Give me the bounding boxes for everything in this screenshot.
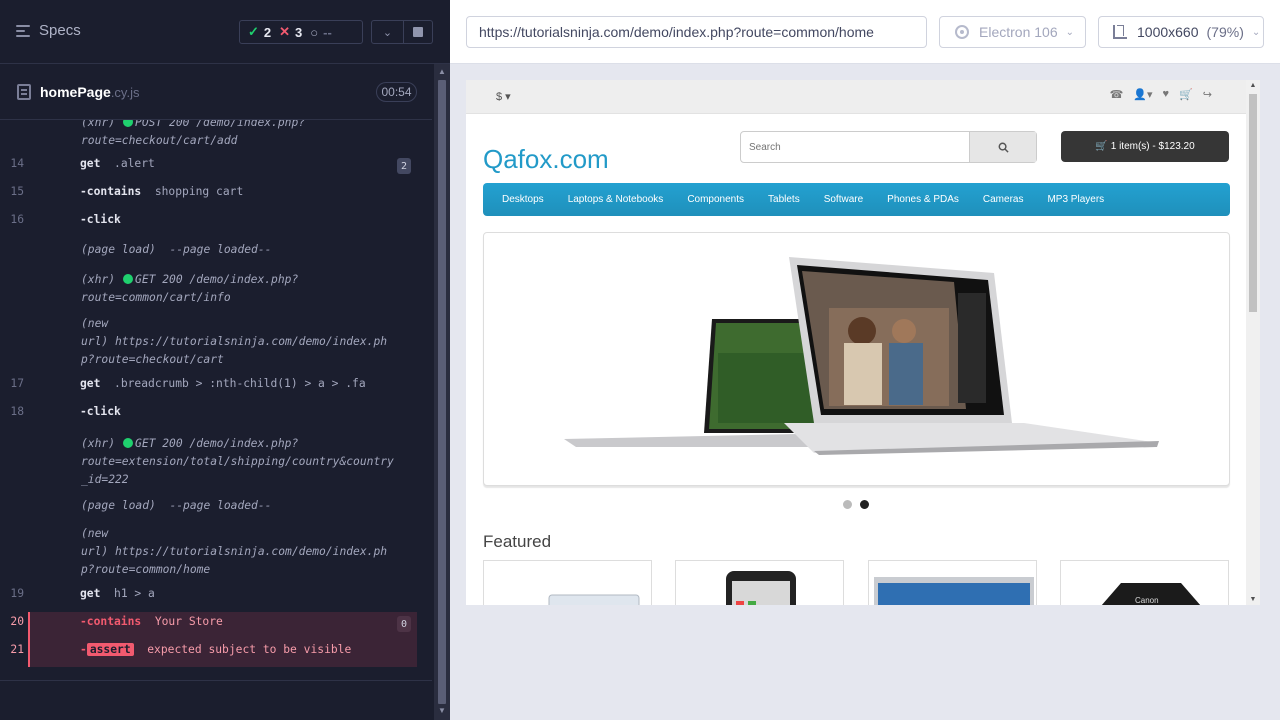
aut-iframe: $ ▾ ☎ 👤▾ ♥ 🛒 ↪ Qafox.com 🛒 1 item(s) - $…: [466, 80, 1260, 605]
log-event[interactable]: (new url) https://tutorialsninja.com/dem…: [30, 315, 417, 369]
aut-scrollbar[interactable]: ▲ ▼: [1246, 80, 1260, 605]
collapse-all-button[interactable]: ⌄: [371, 20, 404, 44]
phone-icon[interactable]: ☎: [1110, 88, 1124, 101]
product-card[interactable]: [483, 560, 652, 605]
app-under-test-panel: https://tutorialsninja.com/demo/index.ph…: [450, 0, 1280, 720]
log-command[interactable]: 16 -click: [10, 213, 417, 231]
log-command[interactable]: 18 -click: [10, 405, 417, 423]
log-command[interactable]: 19 get h1 > a: [10, 587, 417, 605]
monitor-product-image: [874, 577, 1034, 605]
menu-item[interactable]: Software: [812, 194, 875, 205]
scroll-down-arrow-icon[interactable]: ▼: [1246, 596, 1260, 603]
product-card[interactable]: Canon: [1060, 560, 1229, 605]
camera-product-image: Canon: [1101, 583, 1201, 605]
store-logo[interactable]: Qafox.com: [483, 144, 609, 175]
file-icon: [17, 84, 31, 100]
spec-file-name[interactable]: homePage.cy.js: [40, 84, 139, 100]
log-event[interactable]: (new url) https://tutorialsninja.com/dem…: [30, 525, 417, 579]
menu-item[interactable]: Desktops: [490, 194, 556, 205]
search-input[interactable]: [741, 132, 970, 162]
tablet-product-image: [548, 594, 640, 605]
command-log: (xhr) POST 200 /demo/index.php? route=che…: [0, 120, 432, 680]
chevron-down-icon: ⌄: [1065, 26, 1074, 38]
passed-count: ✓ 2: [248, 24, 272, 40]
aut-url-bar[interactable]: https://tutorialsninja.com/demo/index.ph…: [466, 16, 927, 48]
top-links: ☎ 👤▾ ♥ 🛒 ↪: [1110, 88, 1212, 101]
check-icon: ✓: [248, 24, 259, 39]
menu-item[interactable]: Phones & PDAs: [875, 194, 971, 205]
cart-button[interactable]: 🛒 1 item(s) - $123.20: [1061, 131, 1229, 162]
iphone-product-image: [726, 571, 796, 605]
menu-item[interactable]: MP3 Players: [1035, 194, 1116, 205]
scroll-up-arrow-icon[interactable]: ▲: [1246, 82, 1260, 89]
shopping-cart-icon: 🛒: [1095, 141, 1108, 152]
search-icon: [998, 142, 1009, 153]
cross-icon: ✕: [279, 24, 291, 39]
cart-icon[interactable]: 🛒: [1179, 88, 1193, 101]
log-command[interactable]: 15 -contains shopping cart: [10, 185, 417, 203]
runner-toolbar: Specs ✓ 2 ✕ 3 ○ -- ⌄: [0, 0, 450, 64]
checkout-share-icon[interactable]: ↪: [1203, 88, 1212, 101]
browser-selector[interactable]: Electron 106 ⌄: [939, 16, 1086, 48]
specs-label: Specs: [39, 22, 81, 39]
currency-dropdown[interactable]: $ ▾: [496, 90, 511, 103]
pending-count: ○ --: [310, 24, 332, 40]
chevron-down-icon: ⌄: [1251, 26, 1261, 38]
slideshow-pagination: [843, 500, 869, 509]
menu-item[interactable]: Components: [675, 194, 756, 205]
command-log-panel: Specs ✓ 2 ✕ 3 ○ -- ⌄ homePage.cy.js 00:54 (…: [0, 0, 450, 720]
test-stats: ✓ 2 ✕ 3 ○ --: [239, 20, 363, 44]
featured-heading: Featured: [483, 532, 552, 551]
scroll-up-arrow-icon[interactable]: ▲: [437, 68, 447, 76]
viewport-ruler-icon: [1113, 25, 1127, 39]
status-dot-icon: [123, 438, 134, 448]
search-button[interactable]: [970, 132, 1036, 162]
log-command[interactable]: 17 get .breadcrumb > :nth-child(1) > a >…: [10, 377, 417, 395]
element-count-badge: 0: [397, 616, 411, 632]
product-card[interactable]: [868, 560, 1037, 605]
stop-button[interactable]: [404, 20, 433, 44]
store-top-bar: $ ▾ ☎ 👤▾ ♥ 🛒 ↪: [466, 80, 1246, 114]
log-assert-failed[interactable]: 21 - assert expected subject to be visibl…: [10, 643, 417, 661]
stop-icon: [413, 27, 423, 37]
log-command[interactable]: 14 get .alert 2: [10, 157, 417, 175]
log-event[interactable]: (page load) --page loaded--: [30, 241, 417, 259]
assert-badge: assert: [86, 643, 134, 656]
wishlist-heart-icon[interactable]: ♥: [1163, 88, 1170, 101]
menu-item[interactable]: Cameras: [971, 194, 1036, 205]
svg-text:Canon: Canon: [1135, 596, 1159, 605]
slide-dot-active[interactable]: [860, 500, 869, 509]
slide-dot[interactable]: [843, 500, 852, 509]
scrollbar-thumb[interactable]: [1249, 94, 1257, 312]
specs-nav-link[interactable]: Specs: [16, 22, 81, 39]
log-event[interactable]: (xhr) GET 200 /demo/index.php? route=exte…: [30, 435, 417, 489]
scrollbar-thumb[interactable]: [438, 80, 446, 704]
chevron-down-icon: ⌄: [382, 26, 393, 39]
log-event[interactable]: (xhr) GET 200 /demo/index.php? route=comm…: [30, 271, 417, 307]
account-icon[interactable]: 👤▾: [1133, 88, 1152, 101]
log-entry[interactable]: (xhr) POST 200 /demo/index.php? route=che…: [30, 120, 417, 150]
element-count-badge: 2: [397, 158, 411, 174]
spec-duration: 00:54: [376, 82, 417, 102]
product-card[interactable]: [675, 560, 844, 605]
log-command-failed[interactable]: 20 -contains Your Store 0: [10, 615, 417, 633]
hero-slideshow[interactable]: [483, 232, 1230, 486]
menu-item[interactable]: Laptops & Notebooks: [556, 194, 676, 205]
failed-count: ✕ 3: [279, 24, 303, 40]
search-group: [740, 131, 1037, 163]
category-menu: Desktops Laptops & Notebooks Components …: [483, 183, 1230, 216]
aut-toolbar: https://tutorialsninja.com/demo/index.ph…: [450, 0, 1280, 64]
pending-icon: ○: [310, 24, 319, 40]
log-event[interactable]: (page load) --page loaded--: [30, 497, 417, 515]
status-dot-icon: [123, 274, 134, 284]
macbook-banner-image: [564, 257, 1159, 455]
specs-list-icon: [16, 24, 30, 37]
menu-item[interactable]: Tablets: [756, 194, 812, 205]
status-dot-icon: [123, 120, 134, 127]
scroll-down-arrow-icon[interactable]: ▼: [437, 707, 447, 715]
electron-icon: [955, 25, 969, 39]
viewport-selector[interactable]: 1000x660 (79%) ⌄: [1098, 16, 1264, 48]
